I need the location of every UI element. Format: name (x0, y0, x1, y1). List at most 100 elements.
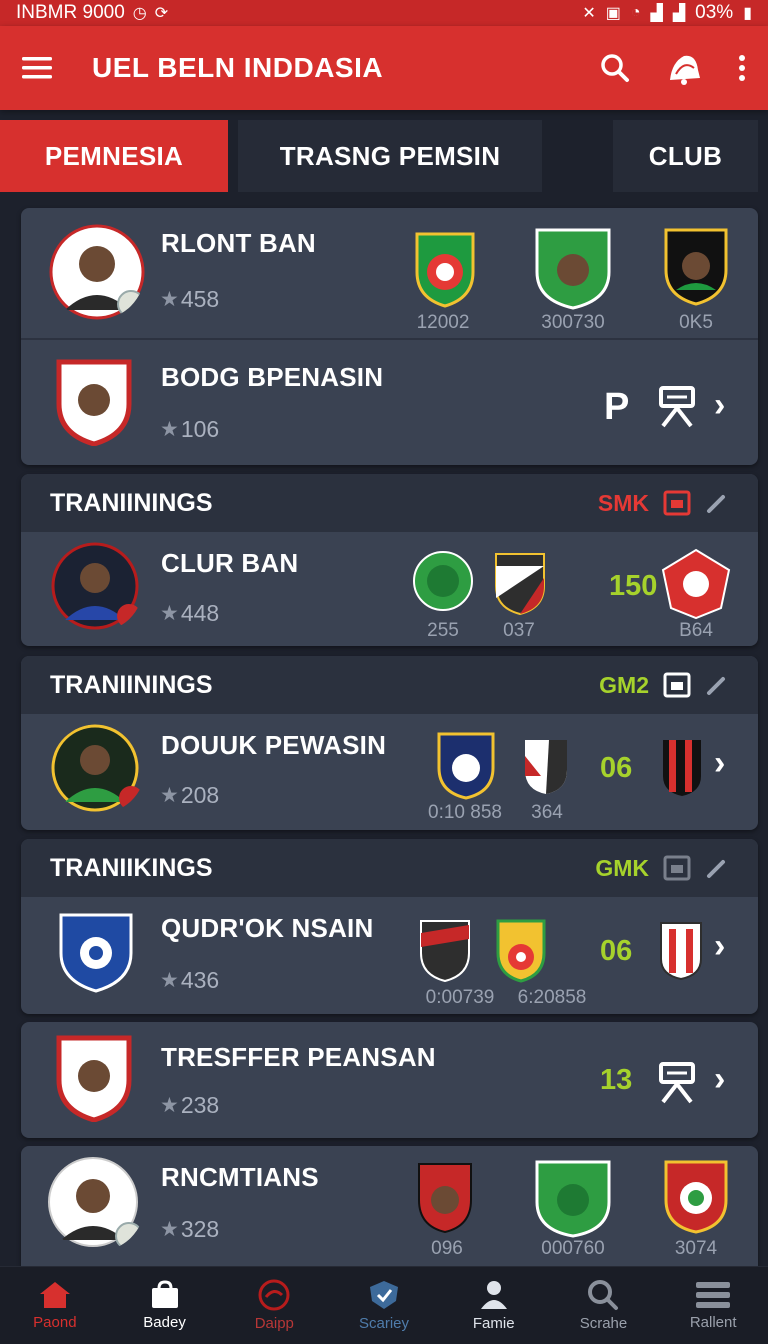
club-crest-icon (56, 1035, 132, 1122)
section-title: TRANIININGS (50, 488, 213, 517)
badge-value: 096 (431, 1238, 463, 1259)
target-icon (258, 1279, 290, 1311)
list-item[interactable]: DOUUK PEWASIN ★ 208 0:10 858 364 06 › (21, 714, 758, 830)
shield-icon (370, 1281, 399, 1309)
section-code: GM2 (599, 671, 649, 698)
player-rating: ★ 328 (160, 1216, 219, 1243)
nav-label: Daipp (254, 1315, 294, 1332)
bottom-navigation: Paond Badey Daipp Scariey Famie Scrahe R… (0, 1266, 768, 1344)
rating-value: 208 (180, 782, 220, 808)
player-name: RLONT BAN (161, 228, 316, 258)
player-avatar (48, 1157, 143, 1250)
section-header: TRANIININGS GM2 (21, 656, 758, 714)
player-rating: ★ 208 (160, 782, 219, 809)
section-code: GMK (595, 854, 649, 881)
tab-trasng-pemsin[interactable]: TRASNG PEMSIN (238, 120, 542, 192)
club-crest-icon (661, 548, 731, 620)
star-icon: ★ (160, 1218, 179, 1241)
badge-value: 037 (503, 620, 535, 641)
notification-bell-icon[interactable] (664, 50, 704, 86)
home-icon (39, 1282, 70, 1308)
section-title: TRANIININGS (50, 670, 213, 699)
club-crest-icon (495, 553, 545, 616)
rating-value: 458 (180, 286, 220, 312)
player-name: QUDR'OK NSAIN (161, 913, 374, 943)
club-crest-icon (660, 922, 702, 981)
section-title: TRANIIKINGS (50, 853, 213, 882)
player-card[interactable]: TRESFFER PEANSAN ★ 238 13 › (21, 1022, 758, 1138)
badge-value: 300730 (541, 312, 605, 333)
nav-item-daipp[interactable]: Daipp (219, 1267, 329, 1344)
list-item[interactable]: RLONT BAN ★ 458 12002 300730 0K5 (21, 208, 758, 338)
nav-item-paond[interactable]: Paond (0, 1267, 110, 1344)
chevron-right-icon[interactable]: › (714, 386, 725, 425)
calendar-icon[interactable] (663, 672, 691, 698)
sync-icon: ⟳ (154, 5, 169, 22)
battery-text: 03% (695, 2, 734, 23)
chevron-right-icon[interactable]: › (714, 927, 725, 966)
menu-icon (696, 1282, 731, 1308)
clock-icon: ◷ (132, 5, 147, 22)
section-header: TRANIININGS SMK (21, 474, 758, 532)
divider (21, 338, 758, 340)
signal2-icon: ▟ (672, 5, 686, 22)
star-icon: ★ (160, 969, 179, 992)
player-rating: ★ 238 (160, 1092, 219, 1119)
vibrate-icon: ▣ (605, 5, 621, 22)
badge-value: 12002 (416, 312, 470, 333)
nav-item-rallent[interactable]: Rallent (658, 1267, 768, 1344)
chevron-right-icon[interactable]: › (714, 744, 725, 783)
tab-club[interactable]: CLUB (613, 120, 758, 192)
mute-icon: ✕ (582, 5, 596, 22)
club-crest-icon (664, 228, 728, 306)
list-item[interactable]: BODG BPENASIN ★ 106 P › (21, 338, 758, 465)
nav-label: Scariey (359, 1315, 410, 1332)
player-rating: ★ 448 (160, 600, 219, 627)
calendar-icon[interactable] (663, 490, 691, 516)
podium-icon[interactable] (657, 384, 697, 428)
edit-icon[interactable] (705, 856, 729, 880)
search-icon[interactable] (600, 53, 630, 83)
edit-icon[interactable] (705, 491, 729, 515)
edit-icon[interactable] (705, 673, 729, 697)
nav-item-scrahe[interactable]: Scrahe (549, 1267, 659, 1344)
battery-icon: ▮ (743, 5, 752, 22)
nav-item-famie[interactable]: Famie (439, 1267, 549, 1344)
player-name: CLUR BAN (161, 548, 299, 578)
nav-item-scariey[interactable]: Scariey (329, 1267, 439, 1344)
club-crest-icon (59, 913, 133, 993)
nav-item-badey[interactable]: Badey (110, 1267, 220, 1344)
hamburger-menu-icon[interactable] (22, 57, 52, 79)
nav-label: Famie (472, 1315, 515, 1332)
tab-bar: PEMNESIA TRASNG PEMSIN CLUB (0, 120, 768, 194)
club-crest-icon (56, 359, 132, 446)
score-value: 13 (600, 1064, 633, 1096)
tab-pemnesia[interactable]: PEMNESIA (0, 120, 228, 192)
podium-icon[interactable] (657, 1060, 697, 1104)
club-crest-icon (415, 232, 475, 308)
badge-value: 0K5 (679, 312, 713, 333)
list-item[interactable]: CLUR BAN ★ 448 255 037 150 B64 (21, 532, 758, 646)
list-item[interactable]: QUDR'OK NSAIN ★ 436 0:00739 6:20858 06 › (21, 897, 758, 1014)
player-card[interactable]: RNCMTIANS ★ 328 096 000760 3074 (21, 1146, 758, 1266)
app-bar: UEL BELN INDDASIA (0, 26, 768, 110)
club-crest-icon (420, 920, 470, 983)
nav-label: Badey (143, 1314, 186, 1331)
overflow-menu-icon[interactable] (738, 55, 746, 81)
player-avatar (49, 224, 145, 320)
rating-value: 238 (180, 1092, 220, 1118)
rating-value: 436 (180, 967, 220, 993)
calendar-icon[interactable] (663, 855, 691, 881)
rating-value: 106 (180, 416, 220, 442)
club-crest-icon (525, 740, 567, 794)
status-bar: INBMR 9000 ◷ ⟳ ✕ ▣ ◔ ▟ ▟ 03% ▮ (0, 0, 768, 26)
star-icon: ★ (160, 602, 179, 625)
club-crest-icon (413, 551, 473, 611)
wifi-icon: ◔ (630, 4, 641, 21)
section-header: TRANIIKINGS GMK (21, 839, 758, 897)
bag-icon (151, 1280, 178, 1308)
player-name: BODG BPENASIN (161, 362, 384, 392)
status-text: INBMR 9000 (16, 2, 125, 23)
chevron-right-icon[interactable]: › (714, 1060, 725, 1099)
club-crest-icon (664, 1160, 728, 1234)
